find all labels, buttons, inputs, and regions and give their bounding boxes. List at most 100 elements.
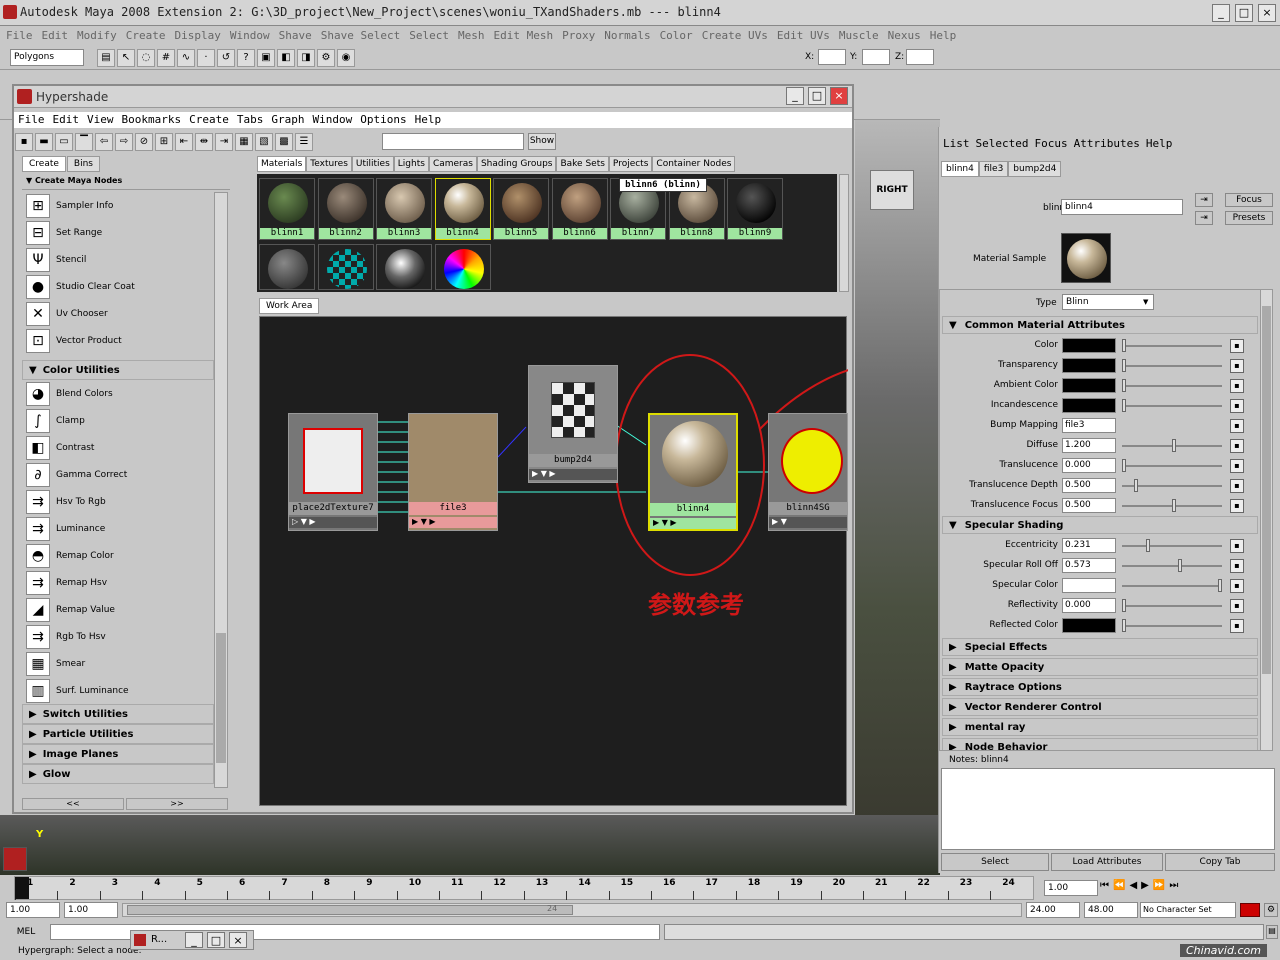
shading-group-node[interactable]: blinn4SG ▶ ▼ bbox=[768, 413, 848, 531]
swatch-scrollbar[interactable] bbox=[839, 174, 849, 292]
snap-point-icon[interactable]: · bbox=[197, 49, 215, 67]
list-item[interactable]: ⊟ Set Range bbox=[22, 219, 214, 246]
swatch-blinn5[interactable]: blinn5 bbox=[493, 178, 549, 240]
mel-label[interactable]: MEL bbox=[4, 925, 48, 939]
attr-value[interactable] bbox=[1062, 578, 1116, 593]
load-attributes-button[interactable]: Load Attributes bbox=[1051, 853, 1163, 871]
file-node[interactable]: file3 ▶ ▼ ▶ bbox=[408, 413, 498, 531]
swatch-blinn9[interactable]: blinn9 bbox=[727, 178, 783, 240]
menu-select[interactable]: Select bbox=[409, 29, 449, 42]
shading-group-ports[interactable]: ▶ ▼ bbox=[769, 517, 847, 528]
map-button-icon[interactable]: ▪ bbox=[1230, 559, 1244, 573]
place2d-ports[interactable]: ▷ ▼ ▶ bbox=[289, 517, 377, 528]
select-button[interactable]: Select bbox=[941, 853, 1049, 871]
ipr-icon[interactable]: ◨ bbox=[297, 49, 315, 67]
attr-slider[interactable] bbox=[1122, 405, 1222, 407]
swatch-list-icon[interactable]: ☰ bbox=[295, 133, 313, 151]
select-icon[interactable]: ↖ bbox=[117, 49, 135, 67]
menu-proxy[interactable]: Proxy bbox=[562, 29, 595, 42]
list-item[interactable]: ◧ Contrast bbox=[22, 434, 214, 461]
menu-help[interactable]: Help bbox=[930, 29, 957, 42]
menu-file[interactable]: File bbox=[6, 29, 33, 42]
hs-menu-create[interactable]: Create bbox=[189, 113, 229, 126]
hs-menu-view[interactable]: View bbox=[87, 113, 114, 126]
slider-knob[interactable] bbox=[1122, 339, 1126, 352]
hs-close-icon[interactable]: × bbox=[830, 87, 848, 105]
attr-slider[interactable] bbox=[1122, 605, 1222, 607]
tab-materials[interactable]: Materials bbox=[257, 156, 307, 172]
list-item[interactable]: ⇉ Rgb To Hsv bbox=[22, 623, 214, 650]
prefs-icon[interactable]: ⚙ bbox=[1264, 903, 1278, 917]
list-item[interactable]: ∂ Gamma Correct bbox=[22, 461, 214, 488]
attr-value[interactable] bbox=[1062, 358, 1116, 373]
tab-shading-groups[interactable]: Shading Groups bbox=[476, 156, 557, 172]
ae-menu-list[interactable]: List bbox=[943, 137, 970, 150]
snap-curve-icon[interactable]: ∿ bbox=[177, 49, 195, 67]
map-button-icon[interactable]: ▪ bbox=[1230, 539, 1244, 553]
minimize-icon[interactable]: _ bbox=[1212, 4, 1230, 22]
map-button-icon[interactable]: ▪ bbox=[1230, 599, 1244, 613]
focus-icon[interactable]: ⇥ bbox=[1195, 193, 1213, 207]
node-graph[interactable]: place2dTexture7 ▷ ▼ ▶ file3 ▶ ▼ ▶ bump2d… bbox=[259, 316, 848, 806]
menu-muscle[interactable]: Muscle bbox=[839, 29, 879, 42]
lock-icon[interactable]: ▣ bbox=[257, 49, 275, 67]
hypershade-icon[interactable]: ◉ bbox=[337, 49, 355, 67]
snap-grid-icon[interactable]: # bbox=[157, 49, 175, 67]
attr-value[interactable]: 1.200 bbox=[1062, 438, 1116, 453]
blinn-ports[interactable]: ▶ ▼ ▶ bbox=[650, 518, 736, 529]
ae-menu-focus[interactable]: Focus bbox=[1034, 137, 1067, 150]
rearrange-icon[interactable]: ⊞ bbox=[155, 133, 173, 151]
hs-menu-file[interactable]: File bbox=[18, 113, 45, 126]
current-frame-field[interactable]: 1.00 bbox=[1044, 880, 1098, 896]
end-time-field[interactable]: 48.00 bbox=[1084, 902, 1138, 918]
attr-value[interactable]: 0.231 bbox=[1062, 538, 1116, 553]
swatch-extra[interactable] bbox=[259, 244, 315, 290]
section-particle-utilities[interactable]: ▶ Particle Utilities bbox=[22, 724, 214, 744]
step-back-icon[interactable]: ⏪ bbox=[1113, 880, 1129, 891]
ae-section-raytrace-options[interactable]: ▶ Raytrace Options bbox=[942, 678, 1258, 696]
lasso-icon[interactable]: ◌ bbox=[137, 49, 155, 67]
ae-menu-help[interactable]: Help bbox=[1146, 137, 1173, 150]
slider-knob[interactable] bbox=[1122, 599, 1126, 612]
bump-ports[interactable]: ▶ ▼ ▶ bbox=[529, 469, 617, 480]
ae-tab-file3[interactable]: file3 bbox=[978, 161, 1009, 177]
ae-section-special-effects[interactable]: ▶ Special Effects bbox=[942, 638, 1258, 656]
attr-value[interactable] bbox=[1062, 378, 1116, 393]
attr-value[interactable] bbox=[1062, 618, 1116, 633]
map-button-icon[interactable]: ▪ bbox=[1230, 459, 1244, 473]
bump-node[interactable]: bump2d4 ▶ ▼ ▶ bbox=[528, 365, 618, 483]
map-button-icon[interactable]: ▪ bbox=[1230, 619, 1244, 633]
playback-end-field[interactable]: 24.00 bbox=[1026, 902, 1080, 918]
graph-icon[interactable]: ▪ bbox=[15, 133, 33, 151]
ae-section-matte-opacity[interactable]: ▶ Matte Opacity bbox=[942, 658, 1258, 676]
playback-start-field[interactable]: 1.00 bbox=[64, 902, 118, 918]
swatch-blinn4[interactable]: blinn4 bbox=[434, 178, 491, 240]
menu-shave-select[interactable]: Shave Select bbox=[321, 29, 400, 42]
scroll-thumb[interactable] bbox=[216, 633, 226, 763]
swatch-blinn6[interactable]: blinn6 bbox=[551, 178, 608, 240]
ae-tab-blinn4[interactable]: blinn4 bbox=[941, 161, 979, 177]
mode-selector[interactable]: Polygons bbox=[10, 49, 84, 66]
slider-knob[interactable] bbox=[1146, 539, 1150, 552]
show-button[interactable]: Show bbox=[528, 133, 556, 150]
notes-field[interactable] bbox=[941, 768, 1275, 850]
hs-menu-options[interactable]: Options bbox=[360, 113, 406, 126]
presets-button[interactable]: Presets bbox=[1225, 211, 1273, 225]
attr-value[interactable]: 0.573 bbox=[1062, 558, 1116, 573]
list-item[interactable]: ⊡ Vector Product bbox=[22, 327, 214, 354]
min-close-icon[interactable]: × bbox=[229, 932, 247, 948]
range-handle[interactable] bbox=[127, 905, 573, 915]
x-field[interactable] bbox=[818, 49, 846, 65]
attr-value[interactable]: 0.500 bbox=[1062, 478, 1116, 493]
list-item[interactable]: ∫ Clamp bbox=[22, 407, 214, 434]
slider-knob[interactable] bbox=[1122, 459, 1126, 472]
play-icon[interactable]: ▶ bbox=[1141, 880, 1153, 891]
step-forward-icon[interactable]: ⏩ bbox=[1153, 880, 1169, 891]
maximize-icon[interactable]: □ bbox=[1235, 4, 1253, 22]
map-button-icon[interactable]: ▪ bbox=[1230, 419, 1244, 433]
menu-display[interactable]: Display bbox=[175, 29, 221, 42]
section-image-planes[interactable]: ▶ Image Planes bbox=[22, 744, 214, 764]
attr-value[interactable]: file3 bbox=[1062, 418, 1116, 433]
nav-right-button[interactable]: >> bbox=[126, 798, 228, 810]
hs-menu-help[interactable]: Help bbox=[415, 113, 442, 126]
